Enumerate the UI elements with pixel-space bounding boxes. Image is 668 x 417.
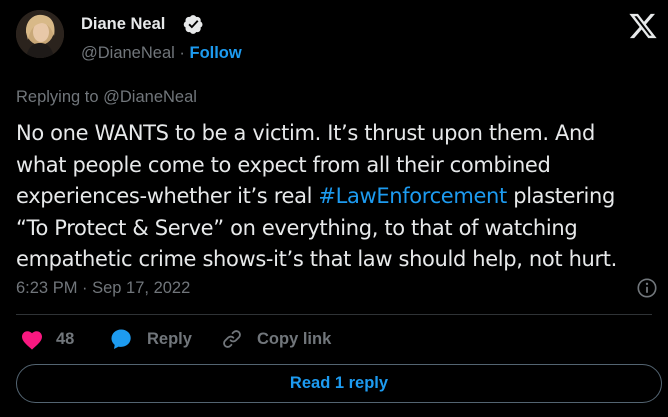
- avatar[interactable]: [16, 10, 64, 58]
- hashtag-link[interactable]: #LawEnforcement: [318, 184, 507, 208]
- tweet-line: what people come to expect from all thei…: [16, 152, 551, 177]
- read-replies-label: Read 1 reply: [289, 374, 389, 392]
- avatar-image: [16, 10, 64, 58]
- speech-bubble-icon: [111, 329, 131, 349]
- author-handle[interactable]: @DianeNeal: [81, 44, 175, 62]
- tweet-line: experiences-whether it’s real: [16, 184, 319, 208]
- reply-label: Reply: [147, 329, 192, 348]
- tweet-line: No one WANTS to be a victim. It’s thrust…: [16, 121, 595, 145]
- follow-button[interactable]: Follow: [189, 44, 241, 62]
- replying-to: Replying to @DianeNeal: [16, 88, 197, 106]
- divider: [16, 314, 652, 315]
- heart-icon: [22, 331, 42, 350]
- handle-separator: ·: [179, 44, 185, 62]
- tweet-text: No one WANTS to be a victim. It’s thrust…: [16, 118, 666, 276]
- tweet-timestamp[interactable]: 6:23 PM · Sep 17, 2022: [16, 279, 190, 298]
- link-icon: [223, 330, 241, 348]
- verified-badge-icon: [183, 14, 204, 35]
- like-button[interactable]: 48: [20, 326, 74, 352]
- read-replies-button[interactable]: Read 1 reply: [16, 364, 662, 403]
- reply-button[interactable]: Reply: [109, 326, 192, 352]
- author-handle-line: @DianeNeal · Follow: [81, 44, 242, 63]
- copy-link-label: Copy link: [257, 329, 332, 348]
- tweet-line: “To Protect & Serve” on everything, to t…: [16, 215, 578, 240]
- info-icon[interactable]: [636, 277, 658, 299]
- like-count: 48: [56, 329, 75, 348]
- tweet-line: empathetic crime shows-it’s that law sho…: [16, 247, 617, 271]
- x-logo-icon[interactable]: [628, 11, 658, 41]
- author-name[interactable]: Diane Neal: [81, 15, 165, 34]
- tweet-line: plastering: [506, 184, 615, 208]
- copy-link-button[interactable]: Copy link: [221, 326, 331, 352]
